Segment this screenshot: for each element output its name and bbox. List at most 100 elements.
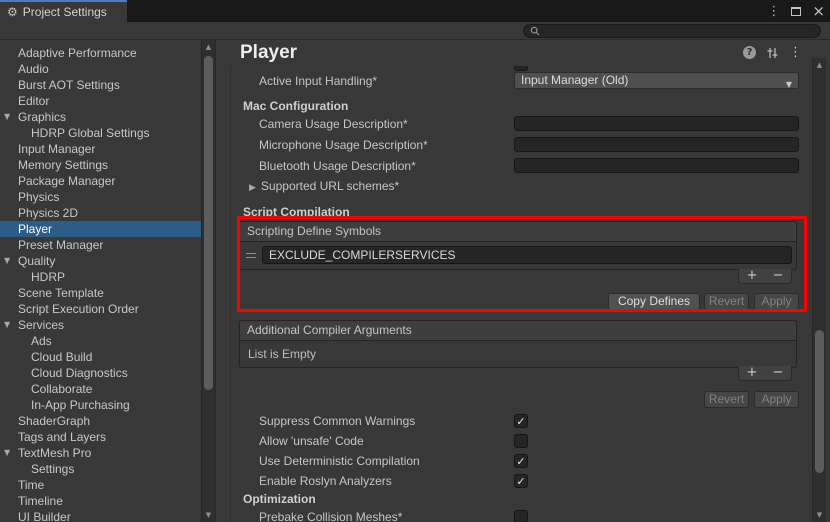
sds-list-tray: + − [738, 269, 792, 284]
suppress-common-warnings-checkbox[interactable]: ✓ [514, 414, 528, 428]
sidebar-item-shadergraph[interactable]: ShaderGraph [0, 413, 201, 429]
main-scrollbar[interactable]: ▲ ▼ [812, 58, 826, 522]
sidebar-item-ui-builder[interactable]: UI Builder [0, 509, 201, 522]
window-menu-icon[interactable]: ⋮ [767, 5, 780, 18]
sidebar-item-textmesh-pro[interactable]: ▼ TextMesh Pro [0, 445, 201, 461]
active-input-handling-value: Input Manager (Old) [521, 73, 629, 87]
enable-roslyn-analyzers-checkbox[interactable]: ✓ [514, 474, 528, 488]
sidebar-item-burst-aot-settings[interactable]: Burst AOT Settings [0, 77, 201, 93]
sidebar-item-hdrp[interactable]: HDRP [0, 269, 201, 285]
scroll-up-icon[interactable]: ▲ [813, 61, 826, 69]
sidebar-item-scene-template[interactable]: Scene Template [0, 285, 201, 301]
sidebar-item-audio[interactable]: Audio [0, 61, 201, 77]
sidebar-item-label: Preset Manager [18, 238, 104, 252]
sidebar-item-services[interactable]: ▼ Services [0, 317, 201, 333]
sidebar-item-player[interactable]: Player [0, 221, 201, 237]
sidebar-item-label: Memory Settings [18, 158, 109, 172]
sidebar-item-label: Cloud Build [31, 350, 93, 364]
supported-url-schemes-foldout[interactable]: ▶ Supported URL schemes* [249, 178, 399, 194]
remove-item-button[interactable]: − [765, 269, 791, 283]
sidebar-item-label: Graphics [18, 110, 67, 124]
scroll-up-icon[interactable]: ▲ [202, 43, 215, 51]
use-deterministic-compilation-checkbox[interactable]: ✓ [514, 454, 528, 468]
sidebar-item-graphics[interactable]: ▼ Graphics [0, 109, 201, 125]
sidebar-item-cloud-build[interactable]: Cloud Build [0, 349, 201, 365]
sidebar-item-label: TextMesh Pro [18, 446, 92, 460]
sidebar-scrollbar[interactable]: ▲ ▼ [201, 40, 215, 522]
remove-item-button[interactable]: − [765, 366, 791, 380]
gear-icon: ⚙ [7, 5, 18, 19]
sidebar-item-package-manager[interactable]: Package Manager [0, 173, 201, 189]
microphone-usage-description-field[interactable] [514, 137, 799, 152]
sidebar-item-label: Package Manager [18, 174, 116, 188]
sidebar-item-adaptive-performance[interactable]: Adaptive Performance [0, 45, 201, 61]
foldout-expanded-icon[interactable]: ▼ [4, 109, 10, 125]
prebake-collision-meshes-label: Prebake Collision Meshes* [259, 510, 403, 522]
sidebar-item-editor[interactable]: Editor [0, 93, 201, 109]
sidebar-item-label: HDRP Global Settings [31, 126, 150, 140]
use-deterministic-compilation-label: Use Deterministic Compilation [259, 454, 420, 468]
optimization-header: Optimization [243, 492, 316, 506]
sidebar-item-time[interactable]: Time [0, 477, 201, 493]
search-input[interactable] [544, 25, 804, 37]
sidebar-item-tags-and-layers[interactable]: Tags and Layers [0, 429, 201, 445]
bluetooth-usage-description-field[interactable] [514, 158, 799, 173]
sidebar-item-input-manager[interactable]: Input Manager [0, 141, 201, 157]
sidebar-item-hdrp-global-settings[interactable]: HDRP Global Settings [0, 125, 201, 141]
sidebar-item-ads[interactable]: Ads [0, 333, 201, 349]
sidebar-item-label: HDRP [31, 270, 66, 284]
sds-revert-button[interactable]: Revert [704, 293, 749, 310]
foldout-expanded-icon[interactable]: ▼ [4, 253, 10, 269]
active-input-handling-dropdown[interactable]: Input Manager (Old) ▼ [514, 72, 799, 89]
sidebar-scrollbar-thumb[interactable] [204, 56, 213, 390]
scroll-down-icon[interactable]: ▼ [202, 511, 215, 519]
copy-defines-button[interactable]: Copy Defines [608, 293, 700, 310]
search-box[interactable] [523, 24, 821, 38]
sidebar-item-script-execution-order[interactable]: Script Execution Order [0, 301, 201, 317]
scroll-down-icon[interactable]: ▼ [813, 511, 826, 519]
sidebar-item-settings[interactable]: Settings [0, 461, 201, 477]
drag-handle-icon[interactable] [246, 253, 256, 258]
camera-usage-description-field[interactable] [514, 116, 799, 131]
sidebar-item-label: Quality [18, 254, 56, 268]
maximize-button[interactable] [791, 6, 802, 16]
bluetooth-usage-description-label: Bluetooth Usage Description* [259, 159, 416, 173]
prebake-collision-meshes-checkbox[interactable] [514, 510, 528, 522]
allow-unsafe-code-checkbox[interactable] [514, 434, 528, 448]
tab-title: Project Settings [22, 5, 107, 19]
allow-unsafe-code-label: Allow 'unsafe' Code [259, 434, 364, 448]
sidebar-item-physics[interactable]: Physics [0, 189, 201, 205]
add-item-button[interactable]: + [739, 366, 765, 380]
sidebar-item-label: ShaderGraph [18, 414, 91, 428]
foldout-expanded-icon[interactable]: ▼ [4, 445, 10, 461]
sidebar-item-preset-manager[interactable]: Preset Manager [0, 237, 201, 253]
define-symbol-field[interactable]: EXCLUDE_COMPILERSERVICES [262, 246, 792, 264]
foldout-expanded-icon[interactable]: ▼ [4, 317, 10, 333]
foldout-collapsed-icon: ▶ [249, 183, 256, 193]
page-title: Player [240, 42, 298, 63]
scripting-define-symbols-list-header: Scripting Define Symbols [240, 222, 796, 242]
close-button[interactable]: × [812, 3, 825, 19]
scripting-define-symbols-list: Scripting Define Symbols EXCLUDE_COMPILE… [239, 221, 797, 270]
sidebar-item-label: Audio [18, 62, 49, 76]
add-item-button[interactable]: + [739, 269, 765, 283]
sidebar-item-collaborate[interactable]: Collaborate [0, 381, 201, 397]
tab-project-settings[interactable]: ⚙ Project Settings [0, 0, 127, 22]
help-icon[interactable]: ? [743, 46, 756, 59]
header-menu-icon[interactable]: ⋮ [789, 46, 802, 59]
sidebar-item-label: Time [18, 478, 45, 492]
sidebar-item-memory-settings[interactable]: Memory Settings [0, 157, 201, 173]
aca-apply-button[interactable]: Apply [754, 391, 799, 408]
presets-icon[interactable] [766, 47, 779, 59]
sidebar-item-timeline[interactable]: Timeline [0, 493, 201, 509]
sidebar-item-label: Ads [31, 334, 52, 348]
sidebar-item-physics-2d[interactable]: Physics 2D [0, 205, 201, 221]
sds-apply-button[interactable]: Apply [754, 293, 799, 310]
settings-sidebar: Adaptive Performance Audio Burst AOT Setti… [0, 40, 216, 522]
main-scrollbar-thumb[interactable] [815, 330, 824, 473]
aca-revert-button[interactable]: Revert [704, 391, 749, 408]
sidebar-item-in-app-purchasing[interactable]: In-App Purchasing [0, 397, 201, 413]
sidebar-item-quality[interactable]: ▼ Quality [0, 253, 201, 269]
sidebar-item-cloud-diagnostics[interactable]: Cloud Diagnostics [0, 365, 201, 381]
script-compilation-header: Script Compilation [243, 205, 350, 219]
